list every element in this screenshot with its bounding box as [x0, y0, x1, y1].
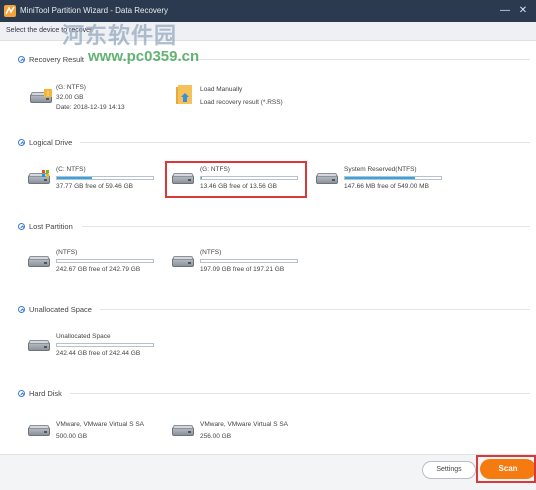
minimize-button[interactable]: —: [498, 4, 512, 18]
collapse-chevron-icon[interactable]: [18, 138, 25, 146]
drive-icon: [172, 173, 194, 185]
usage-bar: [56, 259, 154, 263]
section-title: Logical Drive: [29, 137, 73, 147]
drive-name: (C: NTFS): [56, 166, 86, 173]
result-date: Date: 2018-12-19 14:13: [56, 104, 125, 111]
usage-bar: [56, 343, 154, 347]
logical-drive-system-reserved[interactable]: System Reserved(NTFS) 147.66 MB free of …: [316, 166, 456, 192]
window-title: MiniTool Partition Wizard - Data Recover…: [20, 6, 169, 15]
section-logical-drive[interactable]: Logical Drive: [18, 136, 72, 148]
result-size: 32.00 GB: [56, 94, 84, 101]
section-recovery-result[interactable]: Recovery Result: [18, 53, 84, 65]
folder-icon: [176, 85, 192, 104]
drive-icon: [28, 340, 50, 352]
lost-partition-1[interactable]: (NTFS) 242.67 GB free of 242.79 GB: [28, 249, 158, 275]
scan-highlight: [476, 455, 536, 483]
windows-logo-icon: [42, 170, 50, 178]
watermark-url: www.pc0359.cn: [88, 48, 200, 65]
svg-text:!: !: [47, 90, 50, 97]
app-logo-icon: [4, 5, 16, 17]
section-title: Unallocated Space: [29, 304, 92, 314]
partition-name: (NTFS): [200, 249, 222, 256]
unallocated-space-item[interactable]: Unallocated Space 242.44 GB free of 242.…: [28, 333, 158, 359]
drive-name: System Reserved(NTFS): [344, 166, 417, 173]
section-title: Recovery Result: [29, 54, 85, 64]
disk-size: 256.00 GB: [200, 433, 232, 440]
watermark-text: 河东软件园: [62, 24, 178, 49]
partition-free: 197.09 GB free of 197.21 GB: [200, 266, 285, 273]
settings-button[interactable]: Settings: [422, 461, 476, 479]
drive-name: (G: NTFS): [200, 166, 230, 173]
hard-disk-1[interactable]: VMware, VMware Virtual S SA 500.00 GB: [28, 419, 168, 443]
load-manually-item[interactable]: Load Manually Load recovery result (*.RS…: [176, 84, 326, 114]
close-button[interactable]: ✕: [516, 4, 530, 18]
section-hard-disk[interactable]: Hard Disk: [18, 387, 62, 399]
logical-drive-g[interactable]: (G: NTFS) 13.46 GB free of 13.56 GB: [172, 166, 302, 192]
space-name: Unallocated Space: [56, 333, 111, 340]
warning-badge-icon: !: [44, 89, 52, 97]
disk-size: 500.00 GB: [56, 433, 88, 440]
section-divider: [100, 309, 530, 310]
usage-bar: [200, 259, 298, 263]
drive-free: 37.77 GB free of 59.46 GB: [56, 183, 133, 190]
logical-drive-c[interactable]: (C: NTFS) 37.77 GB free of 59.46 GB: [28, 166, 158, 192]
usage-bar: [344, 176, 442, 180]
collapse-chevron-icon[interactable]: [18, 305, 25, 313]
hard-disk-2[interactable]: VMware, VMware Virtual S SA 256.00 GB: [172, 419, 312, 443]
collapse-chevron-icon[interactable]: [18, 55, 25, 63]
disk-name: VMware, VMware Virtual S SA: [56, 421, 145, 428]
section-lost-partition[interactable]: Lost Partition: [18, 220, 73, 232]
drive-free: 13.46 GB free of 13.56 GB: [200, 183, 277, 190]
load-manually-desc: Load recovery result (*.RSS): [200, 99, 283, 106]
section-unallocated-space[interactable]: Unallocated Space: [18, 303, 92, 315]
collapse-chevron-icon[interactable]: [18, 222, 25, 230]
drive-icon: [28, 256, 50, 268]
partition-name: (NTFS): [56, 249, 78, 256]
section-title: Hard Disk: [29, 388, 62, 398]
result-name: (G: NTFS): [56, 84, 86, 91]
disk-name: VMware, VMware Virtual S SA: [200, 421, 289, 428]
drive-free: 147.66 MB free of 549.00 MB: [344, 183, 429, 190]
section-divider: [70, 393, 530, 394]
space-free: 242.44 GB free of 242.44 GB: [56, 350, 141, 357]
section-divider: [82, 226, 530, 227]
drive-icon: [28, 170, 50, 185]
section-title: Lost Partition: [29, 221, 73, 231]
drive-icon: !: [30, 89, 52, 104]
hard-disk-icon: [172, 425, 194, 437]
partition-free: 242.67 GB free of 242.79 GB: [56, 266, 141, 273]
drive-icon: [316, 173, 338, 185]
hard-disk-icon: [28, 425, 50, 437]
recovery-result-item[interactable]: ! (G: NTFS) 32.00 GB Date: 2018-12-19 14…: [30, 84, 170, 114]
usage-bar: [56, 176, 154, 180]
section-divider: [80, 142, 530, 143]
load-manually-label: Load Manually: [200, 86, 243, 93]
lost-partition-2[interactable]: (NTFS) 197.09 GB free of 197.21 GB: [172, 249, 302, 275]
usage-bar: [200, 176, 298, 180]
drive-icon: [172, 256, 194, 268]
collapse-chevron-icon[interactable]: [18, 389, 25, 397]
